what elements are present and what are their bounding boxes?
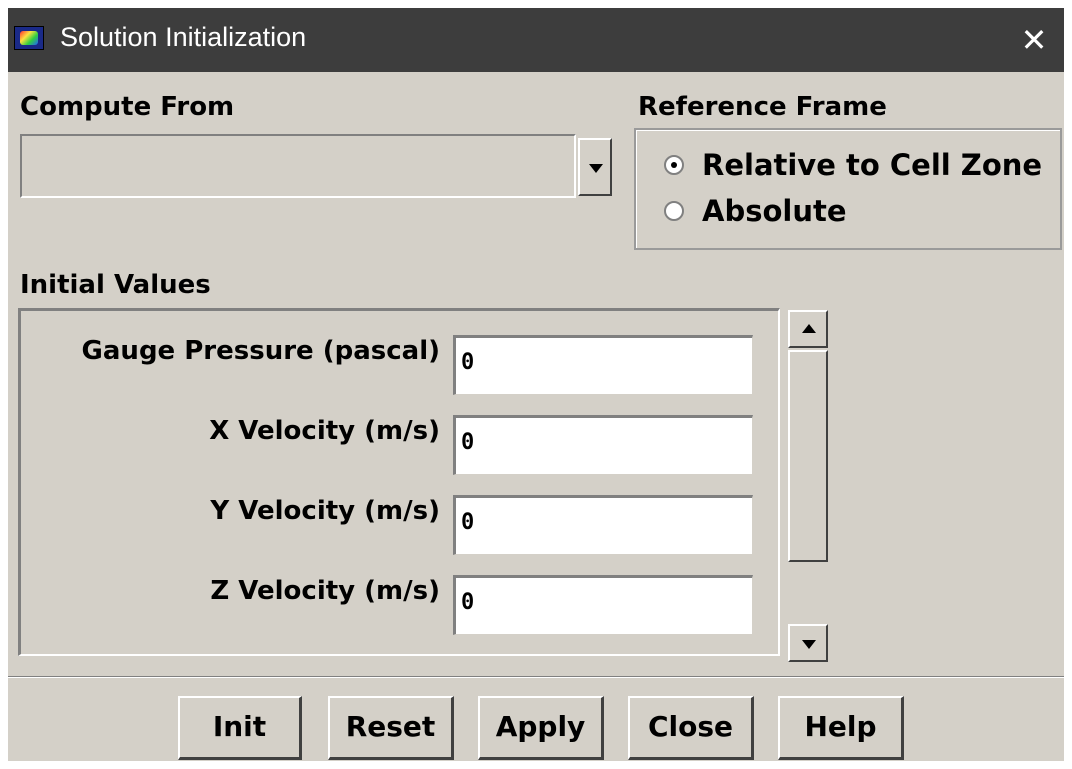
- close-button[interactable]: Close: [628, 696, 754, 760]
- radio-absolute-label[interactable]: Absolute: [702, 194, 847, 228]
- init-button[interactable]: Init: [178, 696, 302, 760]
- x-velocity-label: X Velocity (m/s): [209, 416, 440, 446]
- close-icon[interactable]: ✕: [1014, 20, 1054, 60]
- radio-relative-to-cell-zone[interactable]: [664, 155, 684, 175]
- z-velocity-input[interactable]: 0: [453, 575, 753, 635]
- scroll-down-button[interactable]: [788, 624, 828, 662]
- z-velocity-label: Z Velocity (m/s): [210, 576, 440, 606]
- compute-from-dropdown[interactable]: [20, 134, 576, 198]
- y-velocity-input[interactable]: 0: [453, 495, 753, 555]
- button-row-divider: [8, 676, 1064, 678]
- window-title: Solution Initialization: [60, 22, 307, 52]
- scroll-up-button[interactable]: [788, 310, 828, 348]
- scrollbar-thumb[interactable]: [788, 350, 828, 562]
- gauge-pressure-label: Gauge Pressure (pascal): [81, 336, 440, 366]
- radio-selected-dot: [671, 162, 677, 168]
- reset-button[interactable]: Reset: [328, 696, 454, 760]
- initial-values-scrollbar[interactable]: [788, 310, 828, 662]
- apply-button[interactable]: Apply: [478, 696, 604, 760]
- solution-initialization-dialog: Solution Initialization ✕ Compute From R…: [8, 8, 1064, 761]
- fluent-app-icon: [14, 26, 44, 50]
- gauge-pressure-input[interactable]: 0: [453, 335, 753, 395]
- arrow-up-icon: [802, 324, 816, 333]
- reference-frame-group: [634, 128, 1062, 250]
- compute-from-dropdown-button[interactable]: [578, 138, 612, 196]
- help-button[interactable]: Help: [778, 696, 904, 760]
- title-bar: Solution Initialization ✕: [8, 8, 1064, 72]
- initial-values-label: Initial Values: [20, 270, 211, 300]
- radio-relative-to-cell-zone-label[interactable]: Relative to Cell Zone: [702, 148, 1042, 182]
- reference-frame-label: Reference Frame: [638, 92, 887, 122]
- y-velocity-label: Y Velocity (m/s): [210, 496, 440, 526]
- chevron-down-icon: [589, 164, 603, 173]
- compute-from-label: Compute From: [20, 92, 235, 122]
- radio-absolute[interactable]: [664, 201, 684, 221]
- arrow-down-icon: [802, 640, 816, 649]
- x-velocity-input[interactable]: 0: [453, 415, 753, 475]
